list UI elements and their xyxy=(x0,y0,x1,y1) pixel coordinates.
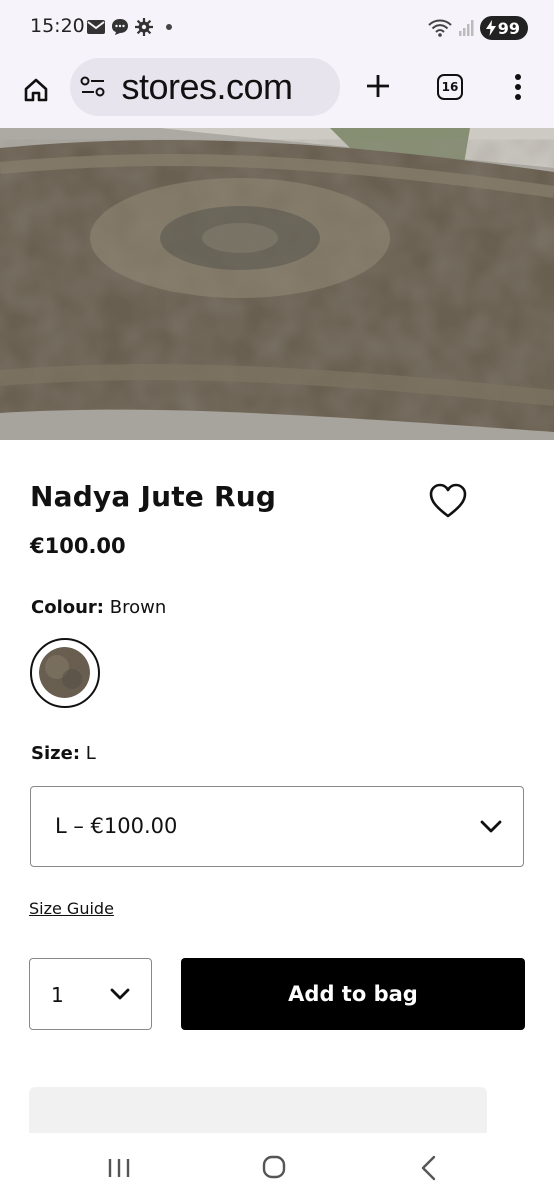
site-settings-icon[interactable] xyxy=(80,75,106,99)
colour-label: Colour: xyxy=(31,597,105,618)
home-circle-icon[interactable] xyxy=(262,1155,286,1179)
mail-icon xyxy=(87,20,105,34)
colour-value: Brown xyxy=(109,597,167,618)
product-title: Nadya Jute Rug xyxy=(30,480,277,513)
address-bar[interactable]: stores.com xyxy=(70,58,340,116)
battery-indicator: 99 xyxy=(479,16,528,40)
url-text[interactable]: stores.com xyxy=(112,66,294,108)
back-chevron-icon[interactable] xyxy=(418,1155,440,1181)
battery-level: 99 xyxy=(497,18,520,38)
home-icon xyxy=(24,78,48,102)
product-price: €100.00 xyxy=(30,534,126,558)
notification-icons xyxy=(86,17,172,37)
tab-count: 16 xyxy=(441,80,459,94)
chevron-down-icon xyxy=(110,988,130,1000)
signal-icon xyxy=(458,20,474,36)
add-to-bag-button[interactable]: Add to bag xyxy=(181,958,525,1030)
product-image[interactable] xyxy=(0,128,554,440)
wifi-icon xyxy=(428,19,452,37)
dot-icon xyxy=(166,24,172,30)
swatch-image xyxy=(39,647,90,698)
message-icon xyxy=(112,19,128,35)
colour-line: Colour: Brown xyxy=(31,597,166,618)
settings-icon xyxy=(135,18,153,36)
rug-photo xyxy=(0,128,554,440)
size-label: Size: xyxy=(31,743,81,764)
size-guide-link[interactable]: Size Guide xyxy=(29,899,114,918)
quantity-select[interactable]: 1 xyxy=(29,958,152,1030)
tabs-button[interactable]: 16 xyxy=(437,74,463,100)
status-time: 15:20 xyxy=(30,15,85,37)
status-bar: 15:20 99 xyxy=(0,0,554,56)
heart-icon[interactable] xyxy=(428,482,468,520)
more-vertical-icon[interactable] xyxy=(506,72,530,102)
size-select[interactable]: L – €100.00 xyxy=(30,786,524,867)
browser-home-button[interactable] xyxy=(18,72,54,108)
colour-swatch-brown[interactable] xyxy=(30,638,100,708)
info-panel xyxy=(29,1087,487,1137)
system-icons: 99 xyxy=(428,16,528,40)
system-nav-bar xyxy=(0,1133,554,1200)
recents-icon[interactable] xyxy=(106,1157,132,1179)
plus-icon[interactable] xyxy=(362,70,394,102)
chevron-down-icon xyxy=(480,820,502,833)
quantity-value: 1 xyxy=(51,983,64,1007)
size-value: L xyxy=(85,743,96,764)
browser-toolbar: stores.com 16 xyxy=(0,56,554,128)
size-select-value: L – €100.00 xyxy=(55,814,178,838)
size-line: Size: L xyxy=(31,743,96,764)
battery-charging-icon xyxy=(485,20,496,36)
